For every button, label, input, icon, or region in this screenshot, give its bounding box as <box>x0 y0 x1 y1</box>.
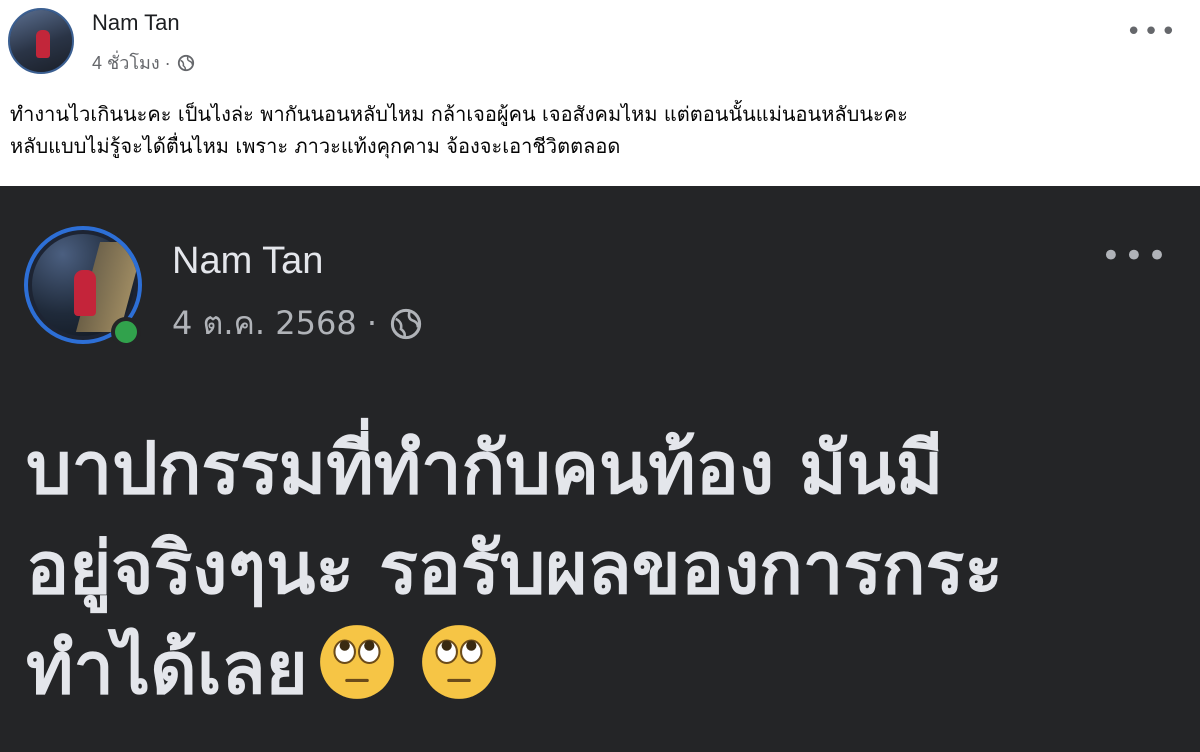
caption-line-2: หลับแบบไม่รู้จะได้ตื่นไหม เพราะ ภาวะแท้ง… <box>10 134 621 158</box>
post-meta: 4 ชั่วโมง · <box>92 48 195 77</box>
caption-line-1: ทำงานไวเกินนะคะ เป็นไงล่ะ พากันนอนหลับไห… <box>10 102 908 126</box>
more-options-icon[interactable]: ••• <box>1126 19 1178 45</box>
author-avatar[interactable] <box>8 8 74 74</box>
embedded-more-options-icon: ••• <box>1100 236 1170 276</box>
embedded-post-text: บาปกรรมที่ทำกับคนท้อง มันมี อยู่จริงๆนะ … <box>26 418 1176 718</box>
online-status-dot <box>111 317 141 347</box>
embedded-author-name: Nam Tan <box>172 240 324 282</box>
eye-roll-emoji <box>421 625 496 699</box>
author-name[interactable]: Nam Tan <box>92 10 180 36</box>
eye-roll-emoji <box>319 625 394 699</box>
post-caption: ทำงานไวเกินนะคะ เป็นไงล่ะ พากันนอนหลับไห… <box>10 98 1190 162</box>
embedded-text-line-3-wrap: ทำได้เลย <box>26 618 1176 718</box>
globe-icon <box>390 308 422 339</box>
embedded-post-date: 4 ต.ค. 2568 · <box>172 304 378 342</box>
globe-icon <box>177 54 194 71</box>
embedded-text-line-1: บาปกรรมที่ทำกับคนท้อง มันมี <box>26 426 944 510</box>
embedded-text-line-2: อยู่จริงๆนะ รอรับผลของการกระ <box>26 526 1003 610</box>
embedded-text-line-3: ทำได้เลย <box>26 626 308 710</box>
post-time[interactable]: 4 ชั่วโมง · <box>92 48 171 77</box>
post-header-area: Nam Tan 4 ชั่วโมง · ••• ทำงานไวเกินนะคะ … <box>0 0 1200 186</box>
embedded-post-meta: 4 ต.ค. 2568 · <box>172 298 423 349</box>
